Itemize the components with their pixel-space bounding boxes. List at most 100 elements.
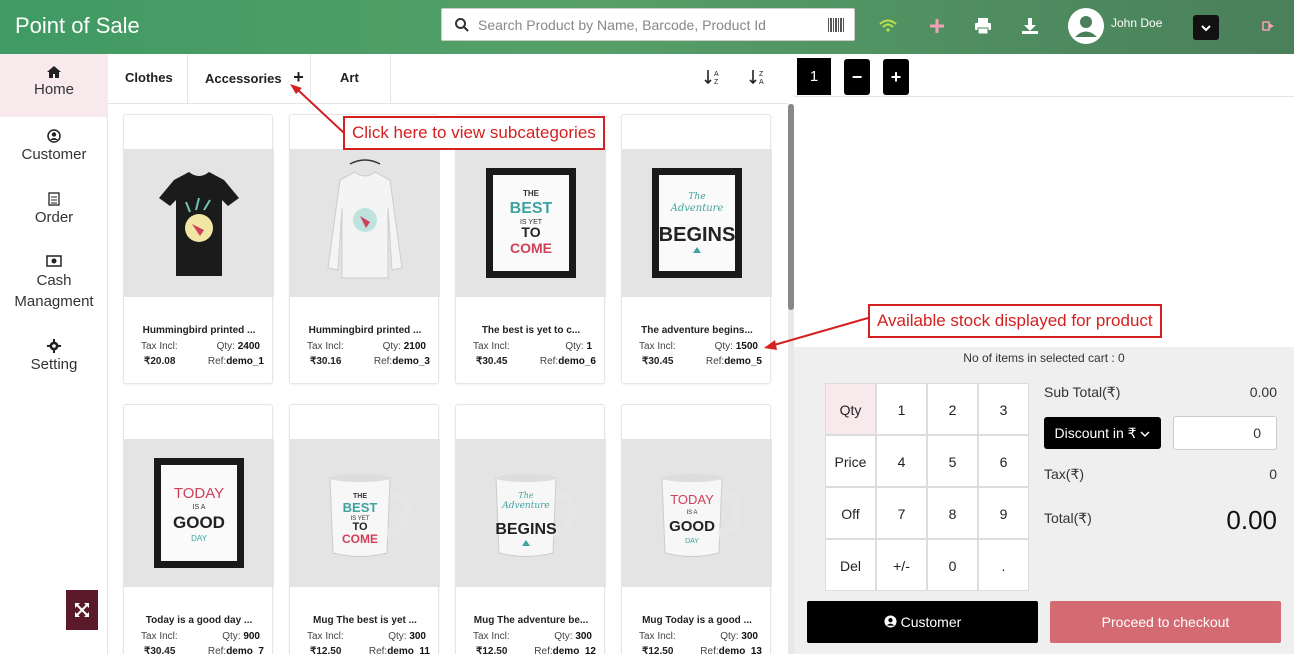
product-tax-label: Tax Incl: (307, 631, 344, 642)
home-icon (47, 66, 61, 78)
numpad-qty-key[interactable]: Qty (825, 383, 876, 435)
product-grid: Hummingbird printed ... Tax Incl: Qty: 2… (108, 104, 788, 654)
numpad-decimal-key[interactable]: . (978, 539, 1029, 591)
cart-tabs: 1 − + (794, 54, 1294, 97)
customer-button[interactable]: Customer (807, 601, 1038, 643)
product-name: Mug The best is yet ... (313, 615, 417, 626)
barcode-icon[interactable] (828, 18, 844, 32)
product-image: TODAY IS A GOOD DAY (124, 439, 274, 587)
printer-icon[interactable] (973, 16, 993, 36)
numpad-sign-key[interactable]: +/- (876, 539, 927, 591)
product-price: ₹12.50 (310, 646, 342, 654)
total-value: 0.00 (1226, 505, 1277, 535)
category-clothes[interactable]: Clothes (108, 54, 188, 104)
add-cart-button[interactable]: + (883, 59, 909, 95)
remove-cart-button[interactable]: − (844, 59, 870, 95)
gear-icon (47, 339, 61, 353)
product-card[interactable]: Hummingbird printed ... Tax Incl: Qty: 2… (123, 114, 274, 384)
subtotal-label: Sub Total(₹) (1044, 384, 1121, 400)
numpad-key[interactable]: 0 (927, 539, 978, 591)
wifi-icon (879, 19, 897, 32)
fullscreen-button[interactable] (66, 590, 98, 630)
product-price: ₹12.50 (476, 646, 508, 654)
chevron-down-icon (1201, 25, 1211, 32)
numpad-key[interactable]: 9 (978, 487, 1029, 539)
sidebar-item-cash-managment[interactable]: Cash Managment (0, 243, 108, 327)
logout-icon[interactable] (1262, 18, 1278, 34)
total-label: Total(₹) (1044, 510, 1092, 526)
svg-text:TODAY: TODAY (670, 492, 714, 507)
download-icon[interactable] (1020, 16, 1040, 36)
product-name: Mug The adventure be... (473, 615, 589, 626)
discount-type-button[interactable]: Discount in ₹ (1044, 417, 1161, 449)
product-name: Hummingbird printed ... (308, 325, 422, 336)
product-ref: Ref:demo_12 (534, 646, 596, 654)
search-box[interactable] (441, 8, 855, 41)
svg-text:Adventure: Adventure (670, 203, 724, 214)
product-card[interactable]: Hummingbird printed ... Tax Incl: Qty: 2… (289, 114, 440, 384)
sidebar-item-setting[interactable]: Setting (0, 327, 108, 390)
product-card[interactable]: THE BEST IS YET TO COME The best is yet … (455, 114, 606, 384)
svg-text:BEST: BEST (510, 200, 553, 217)
product-ref: Ref:demo_13 (700, 646, 762, 654)
numpad-key[interactable]: 7 (876, 487, 927, 539)
svg-text:BEGINS: BEGINS (659, 224, 736, 246)
product-card[interactable]: TODAY IS A GOOD DAY Today is a good day … (123, 404, 274, 654)
expand-subcategories-button[interactable]: + (293, 67, 304, 87)
user-avatar-icon[interactable] (1068, 8, 1104, 44)
numpad-key[interactable]: 4 (876, 435, 927, 487)
tax-label: Tax(₹) (1044, 466, 1085, 482)
cart-summary: No of items in selected cart : 0 Qty 1 2… (794, 347, 1294, 654)
svg-text:The: The (688, 192, 705, 202)
numpad-key[interactable]: 8 (927, 487, 978, 539)
numpad-price-key[interactable]: Price (825, 435, 876, 487)
svg-text:BEGINS: BEGINS (495, 521, 557, 538)
product-card[interactable]: THE BEST IS YET TO COME Mug The best is … (289, 404, 440, 654)
svg-text:A: A (714, 71, 719, 78)
product-card[interactable]: TODAY IS A GOOD DAY Mug Today is a good … (621, 404, 772, 654)
sidebar-item-label: Order (34, 209, 74, 226)
sort-ascending-icon[interactable]: AZ (704, 68, 722, 86)
svg-text:IS A: IS A (686, 510, 697, 516)
sort-descending-icon[interactable]: ZA (749, 68, 767, 86)
search-input[interactable] (478, 9, 818, 40)
numpad-key[interactable]: 6 (978, 435, 1029, 487)
category-art[interactable]: Art (311, 54, 391, 104)
sidebar-item-customer[interactable]: Customer (0, 117, 108, 180)
product-qty: Qty: 2400 (216, 341, 260, 352)
sidebar: Home Customer Order Cash Managment Setti… (0, 54, 108, 654)
product-image (124, 149, 274, 297)
user-name[interactable]: John Doe (1111, 16, 1162, 30)
product-ref: Ref:demo_7 (207, 646, 264, 654)
product-image: THE BEST IS YET TO COME (456, 149, 606, 297)
numpad-key[interactable]: 3 (978, 383, 1029, 435)
product-qty: Qty: 300 (720, 631, 758, 642)
numpad-key[interactable]: 2 (927, 383, 978, 435)
user-dropdown-button[interactable] (1193, 15, 1219, 40)
svg-text:TODAY: TODAY (174, 485, 224, 502)
numpad-delete-key[interactable]: Del (825, 539, 876, 591)
product-card[interactable]: The Adventure BEGINS Mug The adventure b… (455, 404, 606, 654)
product-qty: Qty: 2100 (382, 341, 426, 352)
svg-text:DAY: DAY (191, 534, 208, 543)
category-accessories[interactable]: Accessories + (188, 54, 311, 104)
sidebar-item-home[interactable]: Home (0, 54, 108, 117)
sidebar-item-label: Customer (21, 146, 87, 163)
discount-input[interactable] (1173, 416, 1277, 450)
svg-text:GOOD: GOOD (669, 518, 715, 535)
numpad-key[interactable]: 5 (927, 435, 978, 487)
product-card[interactable]: The Adventure BEGINS The adventure begin… (621, 114, 772, 384)
sidebar-item-order[interactable]: Order (0, 180, 108, 243)
product-tax-label: Tax Incl: (141, 631, 178, 642)
product-price: ₹30.45 (144, 646, 176, 654)
cart-tab[interactable]: 1 (797, 58, 831, 95)
proceed-to-checkout-button[interactable]: Proceed to checkout (1050, 601, 1281, 643)
numpad-key[interactable]: 1 (876, 383, 927, 435)
product-price: ₹30.45 (642, 356, 674, 367)
product-tax-label: Tax Incl: (473, 631, 510, 642)
sidebar-item-label: Cash Managment (14, 272, 94, 310)
numpad-off-key[interactable]: Off (825, 487, 876, 539)
product-tax-label: Tax Incl: (473, 341, 510, 352)
svg-text:The: The (518, 491, 533, 500)
plus-icon[interactable] (927, 16, 947, 36)
